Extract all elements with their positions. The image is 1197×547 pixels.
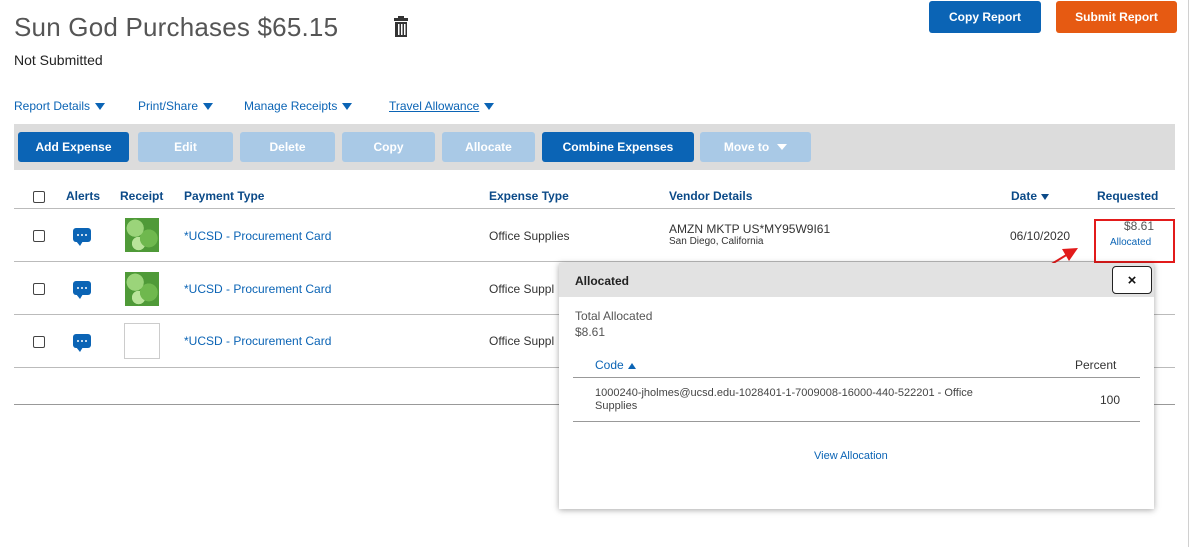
print-share-menu[interactable]: Print/Share: [138, 99, 214, 113]
report-details-menu[interactable]: Report Details: [14, 99, 106, 113]
delete-button[interactable]: Delete: [240, 132, 335, 162]
trash-icon[interactable]: [392, 16, 410, 38]
combine-expenses-button[interactable]: Combine Expenses: [542, 132, 694, 162]
select-all-checkbox[interactable]: [33, 191, 45, 203]
popup-row-divider: [573, 421, 1140, 422]
date-header-label: Date: [1011, 189, 1038, 203]
row-checkbox[interactable]: [33, 230, 45, 242]
receipt-thumbnail[interactable]: [125, 272, 159, 306]
allocation-code-continued: Supplies: [595, 400, 638, 412]
report-page: Sun God Purchases $65.15 Not Submitted C…: [0, 0, 1189, 547]
popup-title: Allocated: [575, 274, 630, 288]
print-share-label: Print/Share: [138, 99, 199, 113]
allocation-code: 1000240-jholmes@ucsd.edu-1028401-1-70090…: [595, 387, 973, 399]
allocate-button[interactable]: Allocate: [442, 132, 535, 162]
payment-type-link[interactable]: *UCSD - Procurement Card: [184, 282, 331, 296]
code-column-header[interactable]: Code: [595, 358, 636, 372]
allocation-popup: Allocated × Total Allocated $8.61 Code P…: [559, 263, 1154, 509]
row-checkbox[interactable]: [33, 283, 45, 295]
view-allocation-link[interactable]: View Allocation: [814, 450, 888, 462]
row-checkbox[interactable]: [33, 336, 45, 348]
allocation-percent: 100: [1100, 393, 1121, 407]
submit-report-button[interactable]: Submit Report: [1056, 1, 1177, 33]
caret-down-icon: [484, 103, 495, 111]
expense-toolbar: Add Expense Edit Delete Copy Allocate Co…: [14, 124, 1175, 170]
vendor-location: San Diego, California: [669, 236, 764, 247]
copy-report-button[interactable]: Copy Report: [929, 1, 1041, 33]
report-status: Not Submitted: [14, 52, 103, 68]
payment-type-link[interactable]: *UCSD - Procurement Card: [184, 334, 331, 348]
payment-type-column-header[interactable]: Payment Type: [184, 189, 264, 203]
expense-date: 06/10/2020: [1010, 229, 1071, 243]
highlight-box: [1094, 219, 1175, 263]
report-title: Sun God Purchases $65.15: [14, 12, 339, 42]
code-header-label: Code: [595, 358, 624, 372]
caret-down-icon: [777, 144, 788, 150]
close-button[interactable]: ×: [1112, 266, 1152, 294]
comment-alert-icon[interactable]: [73, 228, 91, 246]
row-divider: [14, 261, 1175, 262]
expense-type-column-header[interactable]: Expense Type: [489, 189, 569, 203]
add-expense-button[interactable]: Add Expense: [18, 132, 129, 162]
expense-type: Office Suppl: [489, 282, 555, 296]
total-allocated-label: Total Allocated: [575, 309, 653, 323]
expense-type: Office Suppl: [489, 334, 555, 348]
comment-alert-icon[interactable]: [73, 281, 91, 299]
popup-header: Allocated ×: [559, 263, 1154, 297]
caret-down-icon: [203, 103, 214, 111]
payment-type-link[interactable]: *UCSD - Procurement Card: [184, 229, 331, 243]
manage-receipts-label: Manage Receipts: [244, 99, 338, 113]
edit-button[interactable]: Edit: [138, 132, 233, 162]
move-to-label: Move to: [723, 140, 770, 154]
date-column-header[interactable]: Date: [1011, 189, 1050, 203]
comment-alert-icon[interactable]: [73, 334, 91, 352]
popup-header-divider: [573, 377, 1140, 378]
receipt-column-header[interactable]: Receipt: [120, 189, 163, 203]
sort-asc-icon: [627, 362, 636, 369]
copy-button[interactable]: Copy: [342, 132, 435, 162]
travel-allowance-menu[interactable]: Travel Allowance: [389, 99, 495, 113]
header-divider: [14, 208, 1175, 209]
caret-down-icon: [342, 103, 353, 111]
requested-column-header[interactable]: Requested: [1097, 189, 1158, 203]
percent-column-header: Percent: [1075, 358, 1117, 372]
travel-allowance-label: Travel Allowance: [389, 99, 480, 113]
expense-type: Office Supplies: [489, 229, 570, 243]
move-to-button[interactable]: Move to: [700, 132, 811, 162]
report-details-label: Report Details: [14, 99, 91, 113]
sort-desc-icon: [1041, 193, 1050, 200]
vendor-details-column-header[interactable]: Vendor Details: [669, 189, 752, 203]
caret-down-icon: [95, 103, 106, 111]
alerts-column-header[interactable]: Alerts: [66, 189, 100, 203]
receipt-thumbnail[interactable]: [124, 323, 160, 359]
total-allocated-value: $8.61: [575, 325, 606, 339]
receipt-thumbnail[interactable]: [125, 218, 159, 252]
vendor-name: AMZN MKTP US*MY95W9I61: [669, 222, 831, 236]
manage-receipts-menu[interactable]: Manage Receipts: [244, 99, 353, 113]
